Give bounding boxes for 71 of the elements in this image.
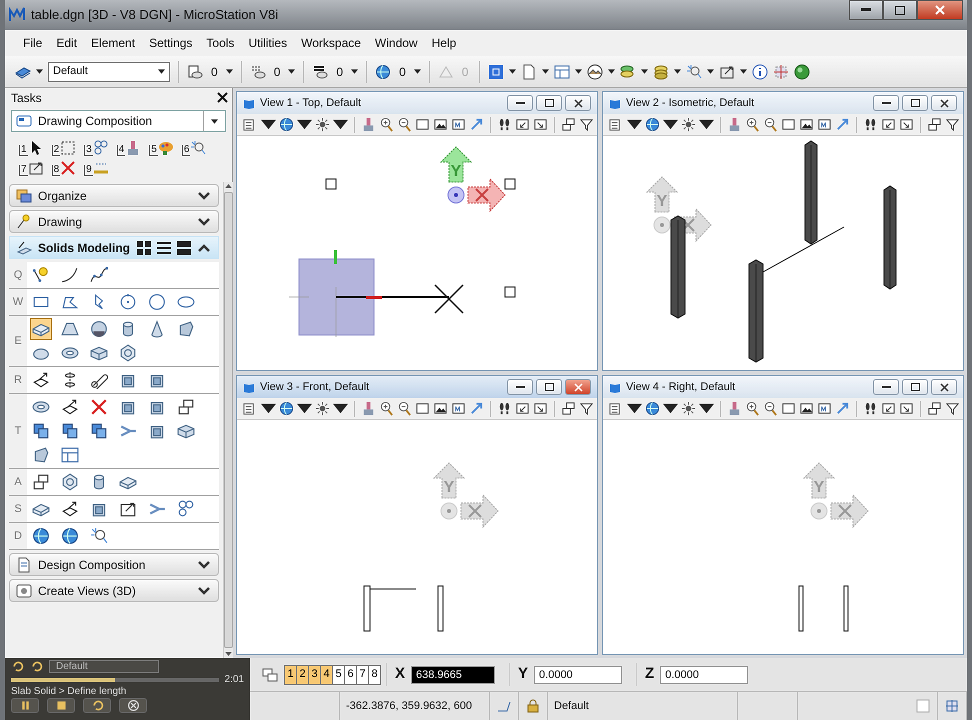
section-header[interactable]: Design Composition — [9, 553, 219, 576]
tool-number: 4 — [116, 145, 126, 156]
shortcut-key: S — [9, 496, 27, 522]
attribute-value: 0 — [210, 64, 219, 80]
window-title: table.dgn [3D - V8 DGN] - MicroStation V8i — [31, 6, 278, 24]
tool-number: 2 — [52, 145, 60, 156]
level-dropdown[interactable]: Default — [48, 62, 170, 82]
attribute-value: 0 — [398, 64, 407, 80]
axis-label: Z — [645, 664, 654, 684]
coordinate-field[interactable]: 638.9665 — [411, 666, 496, 684]
tool-number: 5 — [149, 145, 158, 156]
axis-label: Y — [450, 163, 462, 180]
view-window[interactable]: View 3 - Front, Default Y — [236, 375, 598, 655]
view-toggle[interactable]: 3 — [308, 664, 321, 684]
shortcut-key: D — [9, 523, 27, 549]
menu-item[interactable]: Edit — [56, 34, 78, 52]
shortcut-key: A — [9, 469, 27, 495]
tool-number: 1 — [19, 145, 28, 156]
panel-title: Tasks — [11, 90, 42, 107]
tool-number: 7 — [19, 165, 28, 176]
tool-number: 6 — [182, 145, 190, 156]
coordinate-field[interactable]: 0.0000 — [660, 666, 748, 684]
axis-label: Y — [814, 479, 824, 496]
level-dropdown[interactable]: Default — [49, 660, 159, 673]
axis-label: Y — [518, 664, 528, 684]
coordinate-field[interactable]: 0.0000 — [534, 666, 622, 684]
axis-label: Y — [444, 479, 454, 496]
menu-item[interactable]: Settings — [149, 34, 192, 52]
menu-item[interactable]: File — [23, 34, 42, 52]
view-title: View 1 - Top, Default — [260, 96, 362, 111]
view-toggle[interactable]: 2 — [296, 664, 309, 684]
shortcut-key: R — [9, 367, 27, 393]
shortcut-key: T — [9, 394, 27, 468]
menu-item[interactable]: Window — [374, 34, 418, 52]
view-window[interactable]: View 1 - Top, Default Y — [236, 91, 598, 371]
view-toggle[interactable]: 6 — [344, 664, 357, 684]
view-window[interactable]: View 2 - Isometric, Default Y — [602, 91, 964, 371]
menu-item[interactable]: Utilities — [248, 34, 288, 52]
cursor-position: -362.3876, 359.9632, 600 — [346, 698, 472, 714]
active-level: Default — [554, 698, 589, 714]
attribute-value: 0 — [335, 64, 344, 80]
section-header[interactable]: Solids Modeling — [9, 236, 219, 259]
section-header[interactable]: Create Views (3D) — [9, 579, 219, 602]
menu-item[interactable]: Workspace — [301, 34, 361, 52]
view-toggle[interactable]: 1 — [284, 664, 297, 684]
menu-item[interactable]: Element — [91, 34, 136, 52]
view-title: View 4 - Right, Default — [626, 380, 736, 395]
shortcut-key: W — [9, 289, 27, 315]
menu-item[interactable]: Tools — [206, 34, 234, 52]
task-dropdown[interactable]: Drawing Composition — [11, 110, 226, 132]
view-toggle[interactable]: 7 — [356, 664, 369, 684]
view-window[interactable]: View 4 - Right, Default Y — [602, 375, 964, 655]
menu-item[interactable]: Help — [432, 34, 456, 52]
view-toggle[interactable]: 4 — [320, 664, 333, 684]
tool-number: 9 — [84, 165, 93, 176]
attribute-value: 0 — [460, 64, 470, 80]
section-header[interactable]: Drawing — [9, 210, 219, 233]
shortcut-key: E — [9, 316, 27, 366]
view-toggle[interactable]: 5 — [332, 664, 345, 684]
section-header[interactable]: Organize — [9, 184, 219, 207]
axis-label: Y — [656, 193, 668, 210]
view-title: View 2 - Isometric, Default — [626, 96, 754, 111]
shortcut-key: Q — [9, 262, 27, 288]
attribute-value: 0 — [272, 64, 282, 80]
axis-label: X — [395, 664, 406, 684]
playback-time: 2:01 — [224, 674, 244, 685]
tool-number: 3 — [84, 145, 93, 156]
view-toggle[interactable]: 8 — [368, 664, 381, 684]
view-title: View 3 - Front, Default — [260, 380, 370, 395]
status-prompt: Slab Solid > Define length — [11, 686, 126, 697]
tool-number: 8 — [52, 165, 60, 176]
